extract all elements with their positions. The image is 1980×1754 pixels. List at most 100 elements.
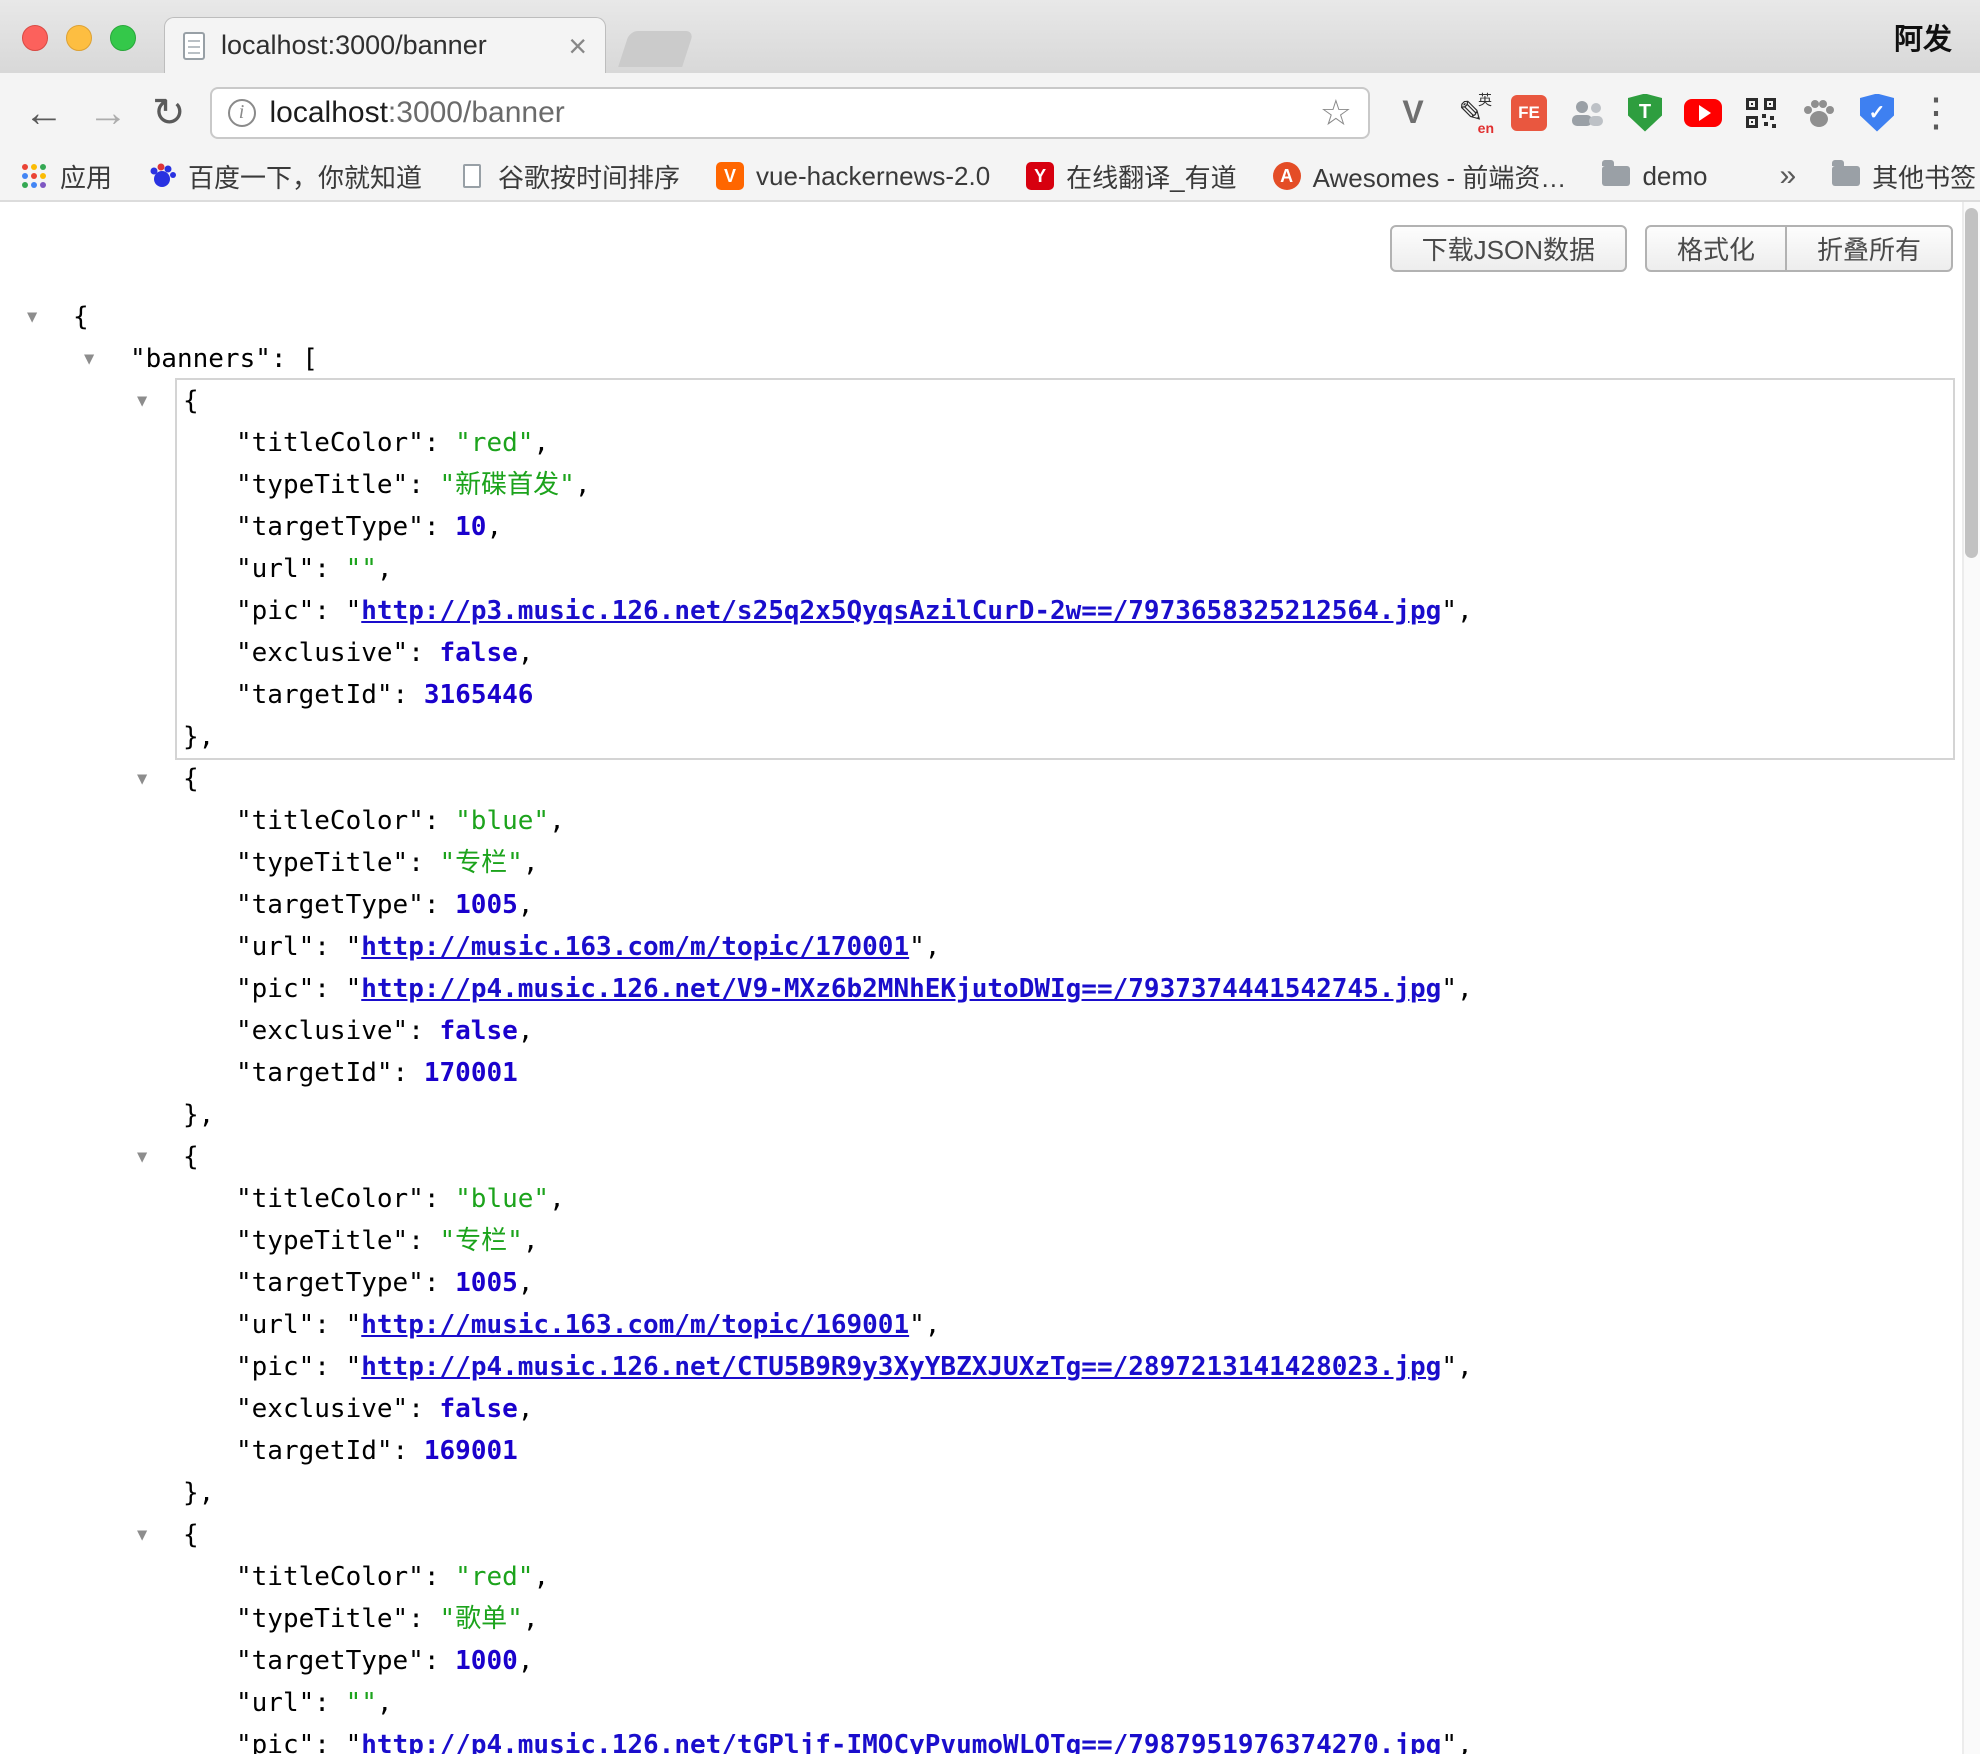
bookmark-vue-hackernews[interactable]: V vue-hackernews-2.0 <box>716 161 990 192</box>
zoom-window-button[interactable] <box>110 25 136 51</box>
collapse-toggle-icon[interactable]: ▼ <box>84 338 94 380</box>
minimize-window-button[interactable] <box>66 25 92 51</box>
youtube-extension-icon[interactable] <box>1684 94 1722 132</box>
json-line: "typeTitle": "歌单", <box>177 1598 1953 1640</box>
translate-extension-icon[interactable]: ✎ 英 en <box>1452 94 1490 132</box>
bookmark-google-sort[interactable]: 谷歌按时间排序 <box>458 158 680 195</box>
translate-en-badge: en <box>1478 120 1494 136</box>
bookmark-label: 百度一下，你就知道 <box>188 158 422 195</box>
json-line: ▼{ <box>177 758 1953 800</box>
collapse-toggle-icon[interactable]: ▼ <box>137 1136 147 1178</box>
bookmark-youdao-translate[interactable]: Y 在线翻译_有道 <box>1026 158 1236 195</box>
json-line: "pic": "http://p3.music.126.net/s25q2x5Q… <box>177 590 1953 632</box>
json-line: "targetType": 1000, <box>177 1640 1953 1682</box>
json-key: "pic" <box>236 1730 314 1754</box>
collapse-toggle-icon[interactable]: ▼ <box>137 1514 147 1556</box>
reload-icon[interactable]: ↻ <box>152 93 186 133</box>
json-key: "targetType" <box>236 1646 424 1676</box>
json-line: "titleColor": "red", <box>177 1556 1953 1598</box>
browser-profile-name: 阿发 <box>1894 16 1952 58</box>
download-json-button[interactable]: 下载JSON数据 <box>1390 225 1627 272</box>
json-line: "targetId": 3165446 <box>177 674 1953 716</box>
json-line: }, <box>177 1472 1953 1514</box>
json-tree: ▼{▼"banners": [▼{"titleColor": "red","ty… <box>0 272 1980 1754</box>
json-key: "targetType" <box>236 512 424 542</box>
tab-title: localhost:3000/banner <box>221 30 556 61</box>
json-key: "exclusive" <box>236 1016 408 1046</box>
paw-extension-icon[interactable] <box>1800 94 1838 132</box>
json-line: "targetType": 10, <box>177 506 1953 548</box>
qrcode-extension-icon[interactable] <box>1742 94 1780 132</box>
json-key: "targetId" <box>236 1436 393 1466</box>
json-url-link[interactable]: http://p3.music.126.net/s25q2x5QyqsAzilC… <box>361 596 1441 626</box>
address-bar[interactable]: i localhost:3000/banner ☆ <box>210 87 1370 139</box>
safety-check-extension-icon[interactable]: ✓ <box>1858 94 1896 132</box>
window-controls <box>22 25 136 51</box>
vimium-letter: V <box>1402 94 1423 131</box>
paw-icon <box>1802 97 1836 129</box>
url-path: :3000/banner <box>388 96 565 129</box>
format-button[interactable]: 格式化 <box>1645 225 1787 272</box>
security-shield-extension-icon[interactable]: T <box>1626 94 1664 132</box>
bookmark-label: 谷歌按时间排序 <box>498 158 680 195</box>
json-key: "titleColor" <box>236 806 424 836</box>
bookmark-apps[interactable]: 应用 <box>20 158 112 195</box>
collapse-toggle-icon[interactable]: ▼ <box>27 296 37 338</box>
browser-menu-icon[interactable]: ⋮ <box>1916 93 1956 133</box>
collapse-toggle-icon[interactable]: ▼ <box>137 758 147 800</box>
json-object-block: ▼{"titleColor": "blue","typeTitle": "专栏"… <box>177 758 1953 1136</box>
bookmark-star-icon[interactable]: ☆ <box>1320 95 1352 131</box>
json-line: "titleColor": "red", <box>177 422 1953 464</box>
json-line: ▼{ <box>177 380 1953 422</box>
json-line: "url": "http://music.163.com/m/topic/169… <box>177 1304 1953 1346</box>
page-info-icon[interactable]: i <box>228 99 256 127</box>
json-number-value: 1000 <box>455 1646 518 1676</box>
tab-close-icon[interactable]: × <box>568 30 587 62</box>
json-object-block: ▼{"titleColor": "red","typeTitle": "歌单",… <box>177 1514 1953 1754</box>
json-key: "titleColor" <box>236 1562 424 1592</box>
collapse-toggle-icon[interactable]: ▼ <box>137 380 147 422</box>
json-key: "pic" <box>236 1352 314 1382</box>
json-boolean-value: false <box>440 1394 518 1424</box>
json-line: }, <box>177 716 1953 758</box>
back-icon[interactable]: ← <box>24 93 64 133</box>
scrollbar-thumb[interactable] <box>1965 208 1978 558</box>
json-line: "pic": "http://p4.music.126.net/tGPljf-I… <box>177 1724 1953 1754</box>
json-line: "typeTitle": "专栏", <box>177 842 1953 884</box>
json-url-link[interactable]: http://p4.music.126.net/V9-MXz6b2MNhEKju… <box>361 974 1441 1004</box>
bookmarks-overflow-icon[interactable]: » <box>1779 159 1796 193</box>
close-window-button[interactable] <box>22 25 48 51</box>
scrollbar-track[interactable] <box>1962 202 1980 1754</box>
fe-extension-icon[interactable]: FE <box>1510 94 1548 132</box>
json-line: }, <box>177 1094 1953 1136</box>
youdao-icon: Y <box>1026 162 1054 190</box>
json-string-value: "" <box>346 1688 377 1718</box>
json-url-link[interactable]: http://p4.music.126.net/CTU5B9R9y3XyYBZX… <box>361 1352 1441 1382</box>
json-url-link[interactable]: http://music.163.com/m/topic/169001 <box>361 1310 909 1340</box>
url-text: localhost:3000/banner <box>270 96 565 130</box>
json-line: ▼{ <box>177 1514 1953 1556</box>
json-number-value: 169001 <box>424 1436 518 1466</box>
json-url-link[interactable]: http://p4.music.126.net/tGPljf-IMOCyPvum… <box>361 1730 1441 1754</box>
bookmark-awesomes[interactable]: A Awesomes - 前端资… <box>1273 158 1567 195</box>
vimium-extension-icon[interactable]: V <box>1394 94 1432 132</box>
forward-icon[interactable]: → <box>88 93 128 133</box>
json-boolean-value: false <box>440 638 518 668</box>
folder-icon <box>1602 162 1630 190</box>
navigation-bar: ← → ↻ i localhost:3000/banner ☆ V ✎ 英 en… <box>0 73 1980 152</box>
translate-cn-badge: 英 <box>1478 90 1492 110</box>
people-icon <box>1569 98 1605 128</box>
json-line: "url": "http://music.163.com/m/topic/170… <box>177 926 1953 968</box>
accounts-extension-icon[interactable] <box>1568 94 1606 132</box>
json-url-link[interactable]: http://music.163.com/m/topic/170001 <box>361 932 909 962</box>
bookmark-label: Awesomes - 前端资… <box>1313 158 1567 195</box>
bookmark-baidu[interactable]: 百度一下，你就知道 <box>148 158 422 195</box>
json-key: "targetId" <box>236 1058 393 1088</box>
baidu-paw-icon <box>148 162 176 190</box>
url-host: localhost <box>270 96 388 129</box>
new-tab-button[interactable] <box>618 31 694 67</box>
bookmark-folder-other[interactable]: 其他书签 <box>1832 158 1976 195</box>
collapse-all-button[interactable]: 折叠所有 <box>1785 225 1953 272</box>
browser-tab[interactable]: localhost:3000/banner × <box>164 17 606 73</box>
bookmark-folder-demo[interactable]: demo <box>1602 161 1707 192</box>
